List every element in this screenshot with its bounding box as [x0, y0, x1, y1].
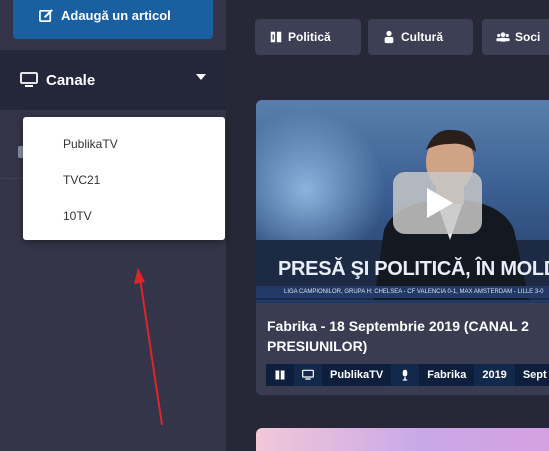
article-card[interactable]: PRESĂ ŞI POLITICĂ, ÎN MOLDOVA LIGA CAMPI… — [256, 100, 549, 395]
category-button-cultura[interactable]: Cultură — [368, 19, 473, 55]
add-article-label: Adaugă un articol — [61, 8, 171, 23]
channel-option-publikatv[interactable]: PublikaTV — [23, 126, 225, 162]
microphone-icon — [402, 369, 408, 381]
meta-month[interactable]: Sept — [514, 364, 549, 386]
category-label: Politică — [288, 30, 331, 44]
meta-category[interactable] — [266, 364, 294, 386]
video-thumbnail[interactable]: PRESĂ ŞI POLITICĂ, ÎN MOLDOVA LIGA CAMPI… — [256, 100, 549, 303]
category-label: Soci — [515, 30, 541, 44]
category-button-societate[interactable]: Soci — [482, 19, 549, 55]
add-article-button[interactable]: Adaugă un articol — [13, 0, 213, 39]
article-title[interactable]: Fabrika - 18 Septembrie 2019 (CANAL 2 PR… — [267, 316, 549, 356]
article-title-line: Fabrika - 18 Septembrie 2019 (CANAL 2 — [267, 318, 529, 334]
users-icon — [496, 32, 510, 42]
article-meta-bar: PublikaTV Fabrika 2019 Sept — [266, 364, 549, 386]
meta-channel[interactable] — [294, 364, 322, 386]
person-icon — [384, 30, 394, 44]
meta-show[interactable] — [391, 364, 419, 386]
book-icon — [275, 370, 285, 380]
monitor-icon — [302, 369, 314, 380]
category-label: Cultură — [401, 30, 443, 44]
channels-dropdown-menu: PublikaTV TVC21 10TV — [23, 117, 225, 240]
video-ticker-text: LIGA CAMPIONILOR, GRUPA H: CHELSEA - CF … — [256, 286, 549, 298]
meta-show-name[interactable]: Fabrika — [419, 364, 475, 386]
book-icon — [270, 31, 282, 43]
edit-icon — [39, 9, 53, 22]
caret-down-icon — [196, 74, 206, 80]
play-button[interactable] — [393, 172, 482, 234]
monitor-icon — [20, 72, 38, 87]
channels-label: Canale — [46, 71, 96, 89]
channel-option-tvc21[interactable]: TVC21 — [23, 162, 225, 198]
meta-year[interactable]: 2019 — [474, 364, 514, 386]
channels-dropdown-toggle[interactable]: Canale — [0, 50, 226, 110]
meta-channel-name[interactable]: PublikaTV — [322, 364, 392, 386]
article-title-line: PRESIUNILOR) — [267, 338, 368, 354]
channel-option-10tv[interactable]: 10TV — [23, 198, 225, 234]
category-button-politica[interactable]: Politică — [255, 19, 361, 55]
video-banner-text: PRESĂ ŞI POLITICĂ, ÎN MOLDOVA — [278, 258, 549, 280]
article-card-next-thumbnail[interactable] — [256, 428, 549, 451]
